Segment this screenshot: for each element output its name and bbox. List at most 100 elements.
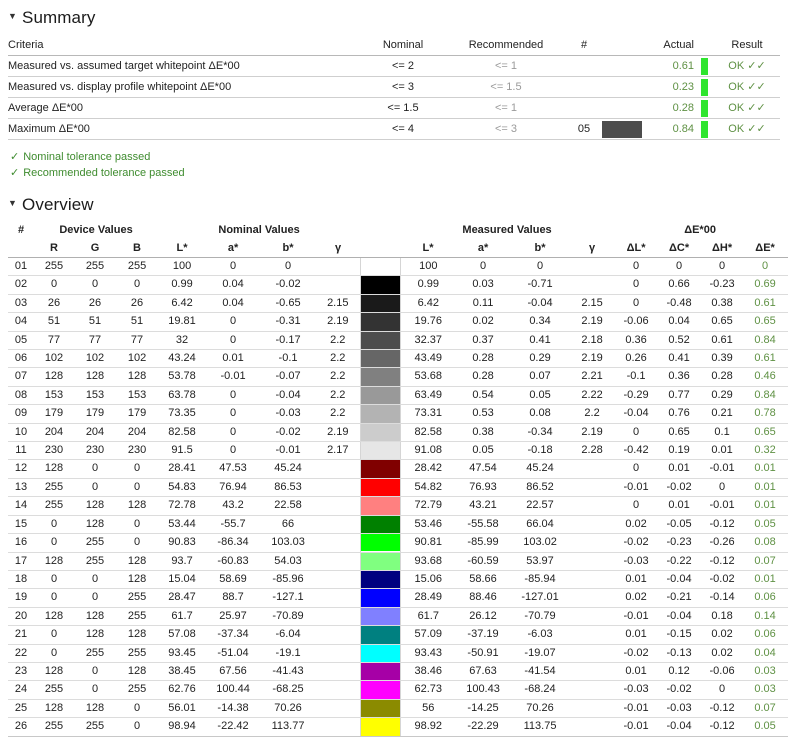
- nominal-b: -41.43: [260, 662, 317, 682]
- measured-L: 100: [400, 257, 457, 277]
- delta-H: 0.1: [700, 423, 745, 443]
- device-g: 255: [74, 533, 116, 553]
- measured-L: 28.42: [400, 459, 457, 479]
- device-b: 255: [116, 680, 159, 700]
- delta-L: -0.02: [614, 533, 659, 553]
- delta-H: 0.21: [700, 404, 745, 424]
- nominal-b: -0.02: [260, 423, 317, 443]
- device-b: 102: [116, 349, 159, 369]
- delta-E: 0.05: [744, 515, 787, 535]
- measured-gamma: [570, 275, 615, 295]
- device-g: 179: [74, 404, 116, 424]
- nominal-gamma: [316, 257, 361, 277]
- nominal-L: 82.58: [158, 423, 207, 443]
- measured-a: 0: [456, 257, 511, 277]
- delta-E: 0.14: [744, 607, 787, 627]
- device-b: 0: [116, 515, 159, 535]
- summary-recommended: <= 1: [446, 97, 566, 119]
- device-g: 128: [74, 367, 116, 387]
- device-r: 255: [34, 717, 74, 737]
- nominal-L: 93.7: [158, 552, 207, 571]
- nominal-L: 73.35: [158, 404, 207, 424]
- measured-a: 43.21: [456, 496, 511, 516]
- color-swatch: [359, 257, 401, 277]
- summary-col-bar: [694, 35, 714, 56]
- overview-index: 15: [8, 515, 34, 535]
- sub-r: R: [34, 239, 74, 258]
- measured-L: 53.68: [400, 367, 457, 387]
- device-r: 128: [34, 607, 74, 627]
- summary-section-header[interactable]: ▼ Summary: [8, 8, 780, 28]
- nominal-b: -0.01: [260, 441, 317, 461]
- measured-gamma: [570, 625, 615, 645]
- delta-C: -0.23: [658, 533, 701, 553]
- nominal-b: -68.25: [260, 680, 317, 700]
- measured-b: 0: [510, 257, 571, 277]
- delta-E: 0.84: [744, 331, 787, 351]
- measured-L: 63.49: [400, 386, 457, 406]
- delta-H: 0.65: [700, 312, 745, 332]
- measured-L: 32.37: [400, 331, 457, 351]
- delta-C: 0.65: [658, 423, 701, 443]
- delta-H: 0.02: [700, 644, 745, 663]
- table-row: 13 255 0 0 54.83 76.94 86.53 54.82 76.93 86.52 -0.…: [8, 478, 788, 498]
- measured-L: 0.99: [400, 275, 457, 295]
- nominal-L: 6.42: [158, 294, 207, 314]
- nominal-a: 43.2: [206, 496, 261, 516]
- device-r: 204: [34, 423, 74, 443]
- overview-title: Overview: [22, 195, 94, 214]
- color-swatch: [359, 625, 401, 645]
- overview-index: 04: [8, 312, 34, 332]
- device-r: 255: [34, 680, 74, 700]
- summary-status-bar: [694, 76, 714, 98]
- measured-a: -50.91: [456, 644, 511, 663]
- measured-b: -85.94: [510, 570, 571, 590]
- device-g: 0: [74, 588, 116, 608]
- measured-a: -22.29: [456, 717, 511, 737]
- summary-col-criteria: Criteria: [8, 35, 360, 56]
- overview-index: 26: [8, 717, 34, 737]
- nominal-b: 22.58: [260, 496, 317, 516]
- overview-section-header[interactable]: ▼ Overview: [8, 195, 780, 215]
- nominal-a: 100.44: [206, 680, 261, 700]
- measured-b: 103.02: [510, 533, 571, 553]
- summary-title: Summary: [22, 8, 96, 27]
- color-swatch: [359, 496, 401, 516]
- measured-gamma: [570, 533, 615, 553]
- nominal-b: 86.53: [260, 478, 317, 498]
- collapse-triangle-icon[interactable]: ▼: [8, 11, 17, 21]
- device-b: 77: [116, 331, 159, 351]
- delta-E: 0: [744, 257, 787, 277]
- overview-index: 07: [8, 367, 34, 387]
- device-g: 128: [74, 699, 116, 719]
- device-g: 0: [74, 680, 116, 700]
- delta-H: 0.01: [700, 441, 745, 461]
- device-r: 51: [34, 312, 74, 332]
- delta-L: 0.01: [614, 625, 659, 645]
- measured-a: 47.54: [456, 459, 511, 479]
- color-swatch: [359, 644, 401, 663]
- delta-L: 0: [614, 459, 659, 479]
- measured-L: 19.76: [400, 312, 457, 332]
- measured-L: 90.81: [400, 533, 457, 553]
- device-r: 0: [34, 275, 74, 295]
- measured-a: 0.11: [456, 294, 511, 314]
- measured-a: -14.25: [456, 699, 511, 719]
- overview-index: 21: [8, 625, 34, 645]
- nominal-a: 0: [206, 331, 261, 351]
- delta-L: -0.03: [614, 680, 659, 700]
- nominal-b: 54.03: [260, 552, 317, 571]
- device-r: 179: [34, 404, 74, 424]
- color-swatch: [359, 680, 401, 700]
- color-swatch: [359, 607, 401, 627]
- nominal-a: -22.42: [206, 717, 261, 737]
- delta-C: 0.19: [658, 441, 701, 461]
- delta-E: 0.01: [744, 478, 787, 498]
- sub-delta-E: ΔE*: [744, 239, 787, 258]
- collapse-triangle-icon[interactable]: ▼: [8, 198, 17, 208]
- delta-C: -0.13: [658, 644, 701, 663]
- measured-gamma: [570, 662, 615, 682]
- device-g: 255: [74, 257, 116, 277]
- nominal-a: -37.34: [206, 625, 261, 645]
- nominal-gamma: 2.19: [316, 423, 361, 443]
